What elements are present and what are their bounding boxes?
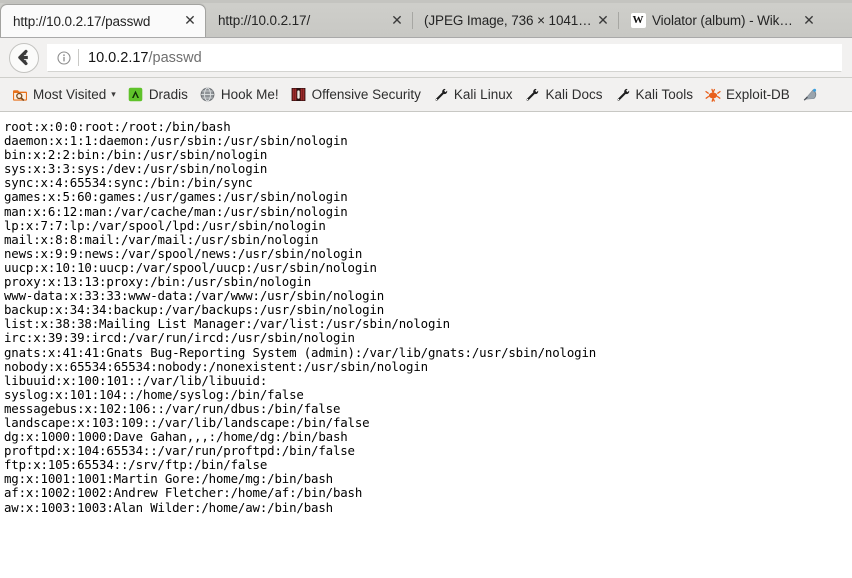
bookmark-dradis[interactable]: Dradis	[122, 83, 194, 107]
bookmark-label: Exploit-DB	[726, 87, 790, 102]
exploitdb-icon	[705, 87, 721, 103]
info-circle-icon[interactable]	[56, 50, 72, 66]
bookmark-label: Kali Docs	[545, 87, 603, 102]
dragon-wrench-icon	[524, 87, 540, 103]
tab-title: (JPEG Image, 736 × 1041…	[424, 13, 590, 28]
bookmark-hook-me[interactable]: Hook Me!	[194, 83, 285, 107]
tab-close-icon[interactable]: ✕	[800, 12, 818, 30]
navigation-toolbar: 10.0.2.17/passwd	[0, 38, 852, 78]
browser-tab-2[interactable]: (JPEG Image, 736 × 1041… ✕	[412, 4, 618, 37]
bookmark-kali-linux[interactable]: Kali Linux	[427, 83, 519, 107]
url-text: 10.0.2.17/passwd	[88, 50, 202, 66]
bookmark-kali-tools[interactable]: Kali Tools	[609, 83, 700, 107]
browser-tab-strip: http://10.0.2.17/passwd ✕ http://10.0.2.…	[0, 0, 852, 38]
wikipedia-w-glyph: W	[630, 13, 646, 28]
dragon-wrench-icon	[615, 87, 631, 103]
bookmark-kali-docs[interactable]: Kali Docs	[518, 83, 608, 107]
folder-search-icon	[12, 87, 28, 103]
dragon-wrench-icon	[433, 87, 449, 103]
tab-close-icon[interactable]: ✕	[388, 12, 406, 30]
bookmarks-toolbar: Most Visited ▾ Dradis Hook Me! Offensive…	[0, 78, 852, 112]
offsec-icon	[291, 87, 307, 103]
bookmark-label: Kali Linux	[453, 87, 513, 102]
bookmark-label: Dradis	[148, 87, 188, 102]
bookmark-exploit-db[interactable]: Exploit-DB	[699, 83, 796, 107]
page-content-area: root:x:0:0:root:/root:/bin/bash daemon:x…	[0, 112, 852, 578]
chevron-down-icon[interactable]: ▾	[111, 90, 116, 100]
back-button[interactable]	[9, 42, 39, 73]
tab-title: Violator (album) - Wik…	[652, 13, 793, 28]
url-bar[interactable]: 10.0.2.17/passwd	[47, 43, 842, 72]
tab-close-icon[interactable]: ✕	[181, 12, 199, 30]
url-divider	[78, 49, 79, 66]
bookmark-label: Offensive Security	[311, 87, 421, 102]
wikipedia-w-icon: W	[630, 13, 646, 29]
tab-title: http://10.0.2.17/passwd	[13, 13, 151, 29]
bookmark-aircrack[interactable]	[796, 83, 829, 107]
browser-tab-0[interactable]: http://10.0.2.17/passwd ✕	[0, 4, 206, 37]
browser-tab-1[interactable]: http://10.0.2.17/ ✕	[206, 4, 412, 37]
arrow-left-icon	[17, 49, 28, 66]
url-host: 10.0.2.17	[88, 49, 149, 66]
browser-tab-3[interactable]: W Violator (album) - Wik… ✕	[618, 4, 824, 37]
passwd-file-text: root:x:0:0:root:/root:/bin/bash daemon:x…	[4, 119, 597, 515]
bookmark-label: Hook Me!	[220, 87, 279, 102]
aircrack-dish-icon	[802, 87, 818, 103]
tab-title: http://10.0.2.17/	[218, 13, 311, 28]
bookmark-label: Most Visited	[33, 87, 107, 102]
globe-icon	[200, 87, 216, 103]
bookmark-label: Kali Tools	[635, 87, 694, 102]
bookmark-offensive-security[interactable]: Offensive Security	[285, 83, 427, 107]
bookmark-most-visited[interactable]: Most Visited ▾	[6, 83, 122, 107]
url-path: /passwd	[148, 49, 202, 66]
dradis-icon	[128, 87, 144, 103]
tab-close-icon[interactable]: ✕	[594, 12, 612, 30]
